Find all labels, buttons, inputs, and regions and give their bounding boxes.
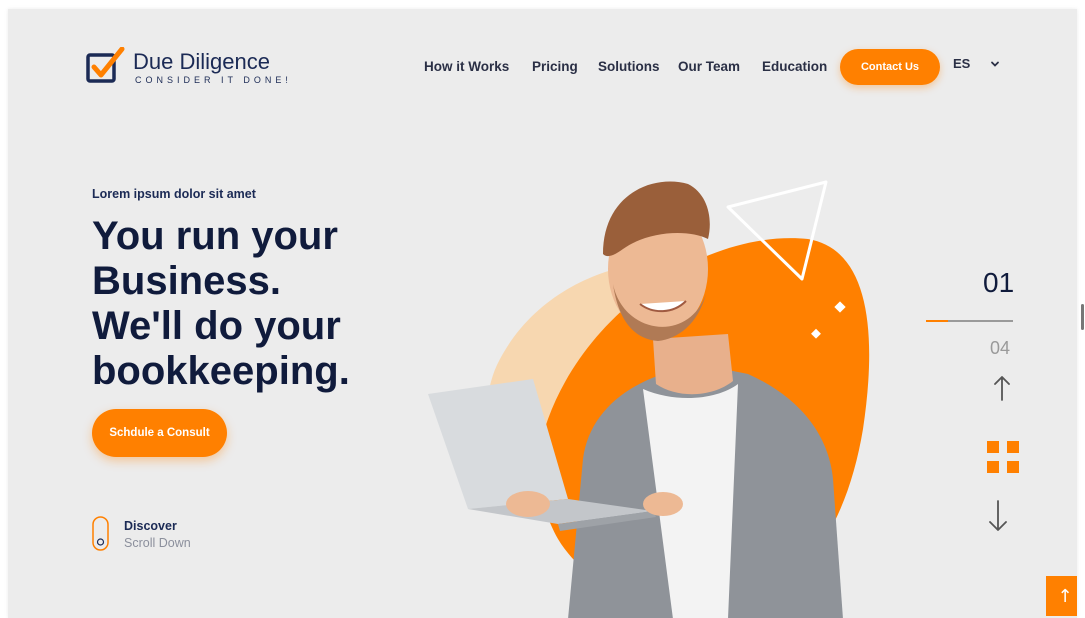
slide-total-number: 04 bbox=[990, 338, 1011, 358]
language-selector[interactable]: ES bbox=[953, 56, 970, 71]
scroll-down-label[interactable]: Scroll Down bbox=[124, 536, 191, 550]
headline-line: You run your bbox=[92, 214, 338, 258]
nav-our-team[interactable]: Our Team bbox=[678, 59, 740, 74]
contact-us-button[interactable]: Contact Us bbox=[840, 49, 940, 85]
nav-solutions[interactable]: Solutions bbox=[598, 59, 660, 74]
slide-progress-fill bbox=[926, 320, 948, 322]
mouse-scroll-icon[interactable] bbox=[92, 516, 109, 551]
logo[interactable]: Due Diligence CONSIDER IT DONE! bbox=[86, 47, 296, 87]
nav-how-it-works[interactable]: How it Works bbox=[424, 59, 509, 74]
arrow-down-icon[interactable] bbox=[987, 499, 1009, 533]
nav-pricing[interactable]: Pricing bbox=[532, 59, 578, 74]
grid-icon[interactable] bbox=[987, 441, 1019, 473]
hero-page: Due Diligence CONSIDER IT DONE! How it W… bbox=[8, 9, 1077, 618]
nav-education[interactable]: Education bbox=[762, 59, 827, 74]
headline-line: We'll do your bbox=[92, 304, 341, 348]
man-with-laptop-illustration bbox=[428, 180, 870, 618]
page-scrollbar-thumb[interactable] bbox=[1081, 304, 1084, 330]
arrow-up-icon[interactable] bbox=[992, 374, 1012, 402]
logo-title: Due Diligence bbox=[133, 49, 270, 74]
checkbox-check-icon bbox=[86, 47, 125, 83]
hero-eyebrow: Lorem ipsum dolor sit amet bbox=[92, 187, 256, 201]
slide-current-number: 01 bbox=[983, 267, 1015, 298]
headline-line: Business. bbox=[92, 259, 281, 303]
chevron-down-icon[interactable] bbox=[990, 59, 1000, 69]
slide-progress-track bbox=[926, 320, 1013, 322]
discover-label: Discover bbox=[124, 519, 177, 533]
hero-headline: You run your Business. We'll do your boo… bbox=[92, 214, 422, 394]
headline-line: bookkeeping. bbox=[92, 349, 350, 393]
schedule-consult-button[interactable]: Schdule a Consult bbox=[92, 409, 227, 457]
back-to-top-button[interactable]: ↑ bbox=[1046, 576, 1077, 616]
logo-tagline: CONSIDER IT DONE! bbox=[135, 75, 292, 85]
